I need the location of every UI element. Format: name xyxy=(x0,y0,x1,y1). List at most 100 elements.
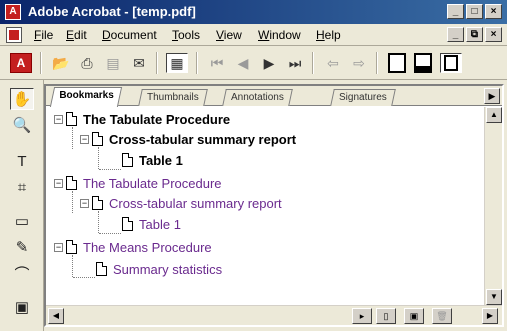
expand-bookmark-icon[interactable]: ▣ xyxy=(404,308,424,324)
bookmark-page-icon xyxy=(122,217,133,231)
note-tool-icon[interactable]: ▭ xyxy=(10,210,34,232)
first-page-icon[interactable]: ⏮ xyxy=(206,53,228,73)
tab-annotations[interactable]: Annotations xyxy=(222,89,293,106)
bookmark-page-icon xyxy=(92,132,103,146)
tab-signatures[interactable]: Signatures xyxy=(330,89,396,106)
doc-restore-button[interactable]: ⧉ xyxy=(466,27,483,42)
tab-thumbnails[interactable]: Thumbnails xyxy=(138,89,208,106)
minimize-button[interactable]: _ xyxy=(447,4,464,19)
bookmark-tree: − The Tabulate Procedure − Cross-tabular… xyxy=(46,107,482,305)
menu-file[interactable]: File xyxy=(34,28,53,42)
document-window-controls: _ ⧉ × xyxy=(447,27,502,42)
menu-window[interactable]: Window xyxy=(258,28,301,42)
bookmark-item[interactable]: − The Means Procedure xyxy=(54,237,212,257)
tree-connector xyxy=(98,211,99,233)
acrobat-icon[interactable]: A xyxy=(5,4,21,20)
go-back-icon[interactable]: ⇦ xyxy=(322,53,344,73)
maximize-button[interactable]: □ xyxy=(466,4,483,19)
print-icon[interactable]: ⎙ xyxy=(76,53,98,73)
collapse-icon[interactable]: − xyxy=(54,178,63,188)
last-page-icon[interactable]: ⏭ xyxy=(284,53,306,73)
tab-bookmarks[interactable]: Bookmarks xyxy=(49,87,123,107)
form-tool-icon[interactable]: ▣ xyxy=(10,296,34,318)
show-hide-navigation-icon[interactable]: ▦ xyxy=(166,53,188,73)
text-select-tool-icon[interactable]: T xyxy=(10,150,34,172)
doc-close-button[interactable]: × xyxy=(485,27,502,42)
scroll-right-button[interactable]: ▶ xyxy=(482,308,498,324)
menu-tools[interactable]: Tools xyxy=(172,28,200,42)
close-button[interactable]: × xyxy=(485,4,502,19)
tree-connector xyxy=(73,277,95,278)
tab-scroll-right-button[interactable]: ▶ xyxy=(484,88,500,104)
collapse-icon[interactable]: − xyxy=(54,114,63,124)
panel-bottom-bar: ◀ ▸ ▯ ▣ 🗑 ▶ xyxy=(46,305,502,325)
panel-tabs: Bookmarks Thumbnails Annotations Signatu… xyxy=(46,86,502,107)
scroll-up-button[interactable]: ▲ xyxy=(486,107,502,123)
collapse-icon[interactable]: − xyxy=(80,134,89,144)
bookmark-page-icon xyxy=(122,153,133,167)
menu-edit[interactable]: Edit xyxy=(66,28,87,42)
email-icon[interactable]: ✉ xyxy=(128,53,150,73)
crop-tool-icon[interactable]: ⌗ xyxy=(10,176,34,198)
tree-connector xyxy=(72,255,73,277)
title-bar: A Adobe Acrobat - [temp.pdf] _ □ × xyxy=(0,0,507,24)
acrobat-logo-icon[interactable]: A xyxy=(10,53,32,73)
highlight-tool-icon[interactable]: ⌒ xyxy=(10,262,34,284)
hand-tool-icon[interactable]: ✋ xyxy=(10,88,34,110)
menu-view[interactable]: View xyxy=(216,28,242,42)
next-page-icon[interactable]: ▶ xyxy=(258,53,280,73)
delete-bookmark-icon[interactable]: 🗑 xyxy=(432,308,452,324)
bookmark-label: Table 1 xyxy=(139,152,183,168)
scroll-down-button[interactable]: ▼ xyxy=(486,289,502,305)
bookmark-item[interactable]: Table 1 xyxy=(122,150,183,170)
doc-minimize-button[interactable]: _ xyxy=(447,27,464,42)
bookmark-page-icon xyxy=(66,176,77,190)
document-icon[interactable] xyxy=(6,27,22,43)
bookmark-page-icon xyxy=(66,240,77,254)
tree-connector xyxy=(99,233,121,234)
bookmark-label: The Tabulate Procedure xyxy=(83,175,222,191)
previous-page-icon[interactable]: ◀ xyxy=(232,53,254,73)
bookmark-item[interactable]: − The Tabulate Procedure xyxy=(54,173,222,193)
facing-pages-icon[interactable] xyxy=(440,53,462,73)
collapse-icon[interactable]: − xyxy=(54,242,63,252)
toolbar: A 📂 ⎙ ▤ ✉ ▦ ⏮ ◀ ▶ ⏭ ⇦ ⇨ xyxy=(0,46,507,80)
bookmark-label: The Tabulate Procedure xyxy=(83,111,231,127)
save-icon[interactable]: ▤ xyxy=(102,53,124,73)
scroll-left-button[interactable]: ◀ xyxy=(48,308,64,324)
open-icon[interactable]: 📂 xyxy=(50,53,72,73)
bookmark-item[interactable]: − The Tabulate Procedure xyxy=(54,109,230,129)
toolbar-separator xyxy=(40,52,42,74)
zoom-tool-icon[interactable]: 🔍 xyxy=(10,114,34,136)
tree-connector xyxy=(98,147,99,169)
bookmark-item[interactable]: − Cross-tabular summary report xyxy=(80,193,282,213)
tab-bookmarks-label: Bookmarks xyxy=(59,90,114,101)
panel-menu-button[interactable]: ▸ xyxy=(352,308,372,324)
bookmark-item[interactable]: Table 1 xyxy=(122,214,181,234)
menu-document[interactable]: Document xyxy=(102,28,157,42)
window-controls: _ □ × xyxy=(447,4,502,19)
new-bookmark-icon[interactable]: ▯ xyxy=(376,308,396,324)
bookmark-item[interactable]: Summary statistics xyxy=(96,259,222,279)
toolbar-separator xyxy=(376,52,378,74)
pencil-tool-icon[interactable]: ✎ xyxy=(10,236,34,258)
tab-signatures-label: Signatures xyxy=(339,92,387,103)
collapse-icon[interactable]: − xyxy=(80,198,89,208)
toolbar-separator xyxy=(312,52,314,74)
vertical-scrollbar[interactable]: ▲ ▼ xyxy=(484,107,502,305)
tab-annotations-label: Annotations xyxy=(231,92,284,103)
toolbar-separator xyxy=(196,52,198,74)
tab-thumbnails-label: Thumbnails xyxy=(147,92,199,103)
go-forward-icon[interactable]: ⇨ xyxy=(348,53,370,73)
bookmark-label: Table 1 xyxy=(139,216,181,232)
menu-help[interactable]: Help xyxy=(316,28,341,42)
bookmark-label: Summary statistics xyxy=(113,261,223,277)
bookmark-page-icon xyxy=(66,112,77,126)
continuous-icon[interactable] xyxy=(414,53,432,73)
single-page-icon[interactable] xyxy=(388,53,406,73)
window-title: Adobe Acrobat - [temp.pdf] xyxy=(28,4,196,19)
bookmark-page-icon xyxy=(96,262,107,276)
bookmark-item[interactable]: − Cross-tabular summary report xyxy=(80,129,296,149)
bookmark-label: Cross-tabular summary report xyxy=(109,195,282,211)
bookmark-label: Cross-tabular summary report xyxy=(109,131,297,147)
